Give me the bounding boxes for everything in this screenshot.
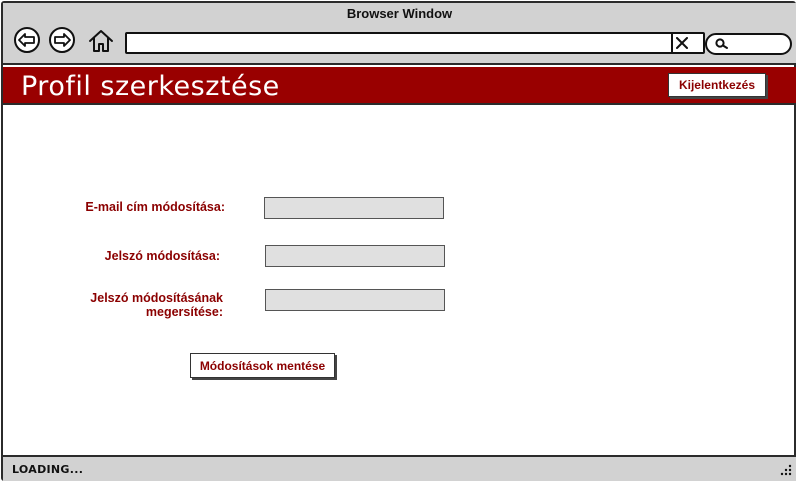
home-button[interactable] xyxy=(88,28,114,54)
forward-icon xyxy=(54,33,71,47)
back-icon xyxy=(18,33,35,47)
window-title: Browser Window xyxy=(346,6,453,21)
password-confirm-input[interactable] xyxy=(266,290,444,310)
logout-button[interactable]: Kijelentkezés xyxy=(668,73,766,97)
clear-url-button[interactable] xyxy=(671,34,691,52)
browser-titlebar: Browser Window xyxy=(3,3,796,65)
status-text: LOADING... xyxy=(12,463,84,476)
password-confirm-label: Jelszó módosításának megersítése: xyxy=(90,291,223,319)
resize-grip-icon[interactable] xyxy=(778,462,792,476)
status-bar: LOADING... xyxy=(3,455,796,481)
password-input[interactable] xyxy=(266,246,444,266)
home-icon xyxy=(89,30,113,52)
address-bar[interactable] xyxy=(125,32,705,54)
search-icon xyxy=(715,38,728,49)
search-field[interactable] xyxy=(705,33,792,55)
page-title: Profil szerkesztése xyxy=(21,71,280,102)
password-field[interactable] xyxy=(265,245,445,267)
password-label: Jelszó módosítása: xyxy=(104,249,220,263)
save-changes-button[interactable]: Módosítások mentése xyxy=(190,353,335,378)
email-field[interactable] xyxy=(264,197,444,219)
password-confirm-field[interactable] xyxy=(265,289,445,311)
back-button[interactable] xyxy=(14,27,40,53)
forward-button[interactable] xyxy=(49,27,75,53)
email-label: E-mail cím módosítása: xyxy=(85,200,225,214)
page-header: Profil szerkesztése Kijelentkezés xyxy=(3,67,796,105)
email-input[interactable] xyxy=(265,198,443,218)
clear-icon xyxy=(676,37,688,49)
